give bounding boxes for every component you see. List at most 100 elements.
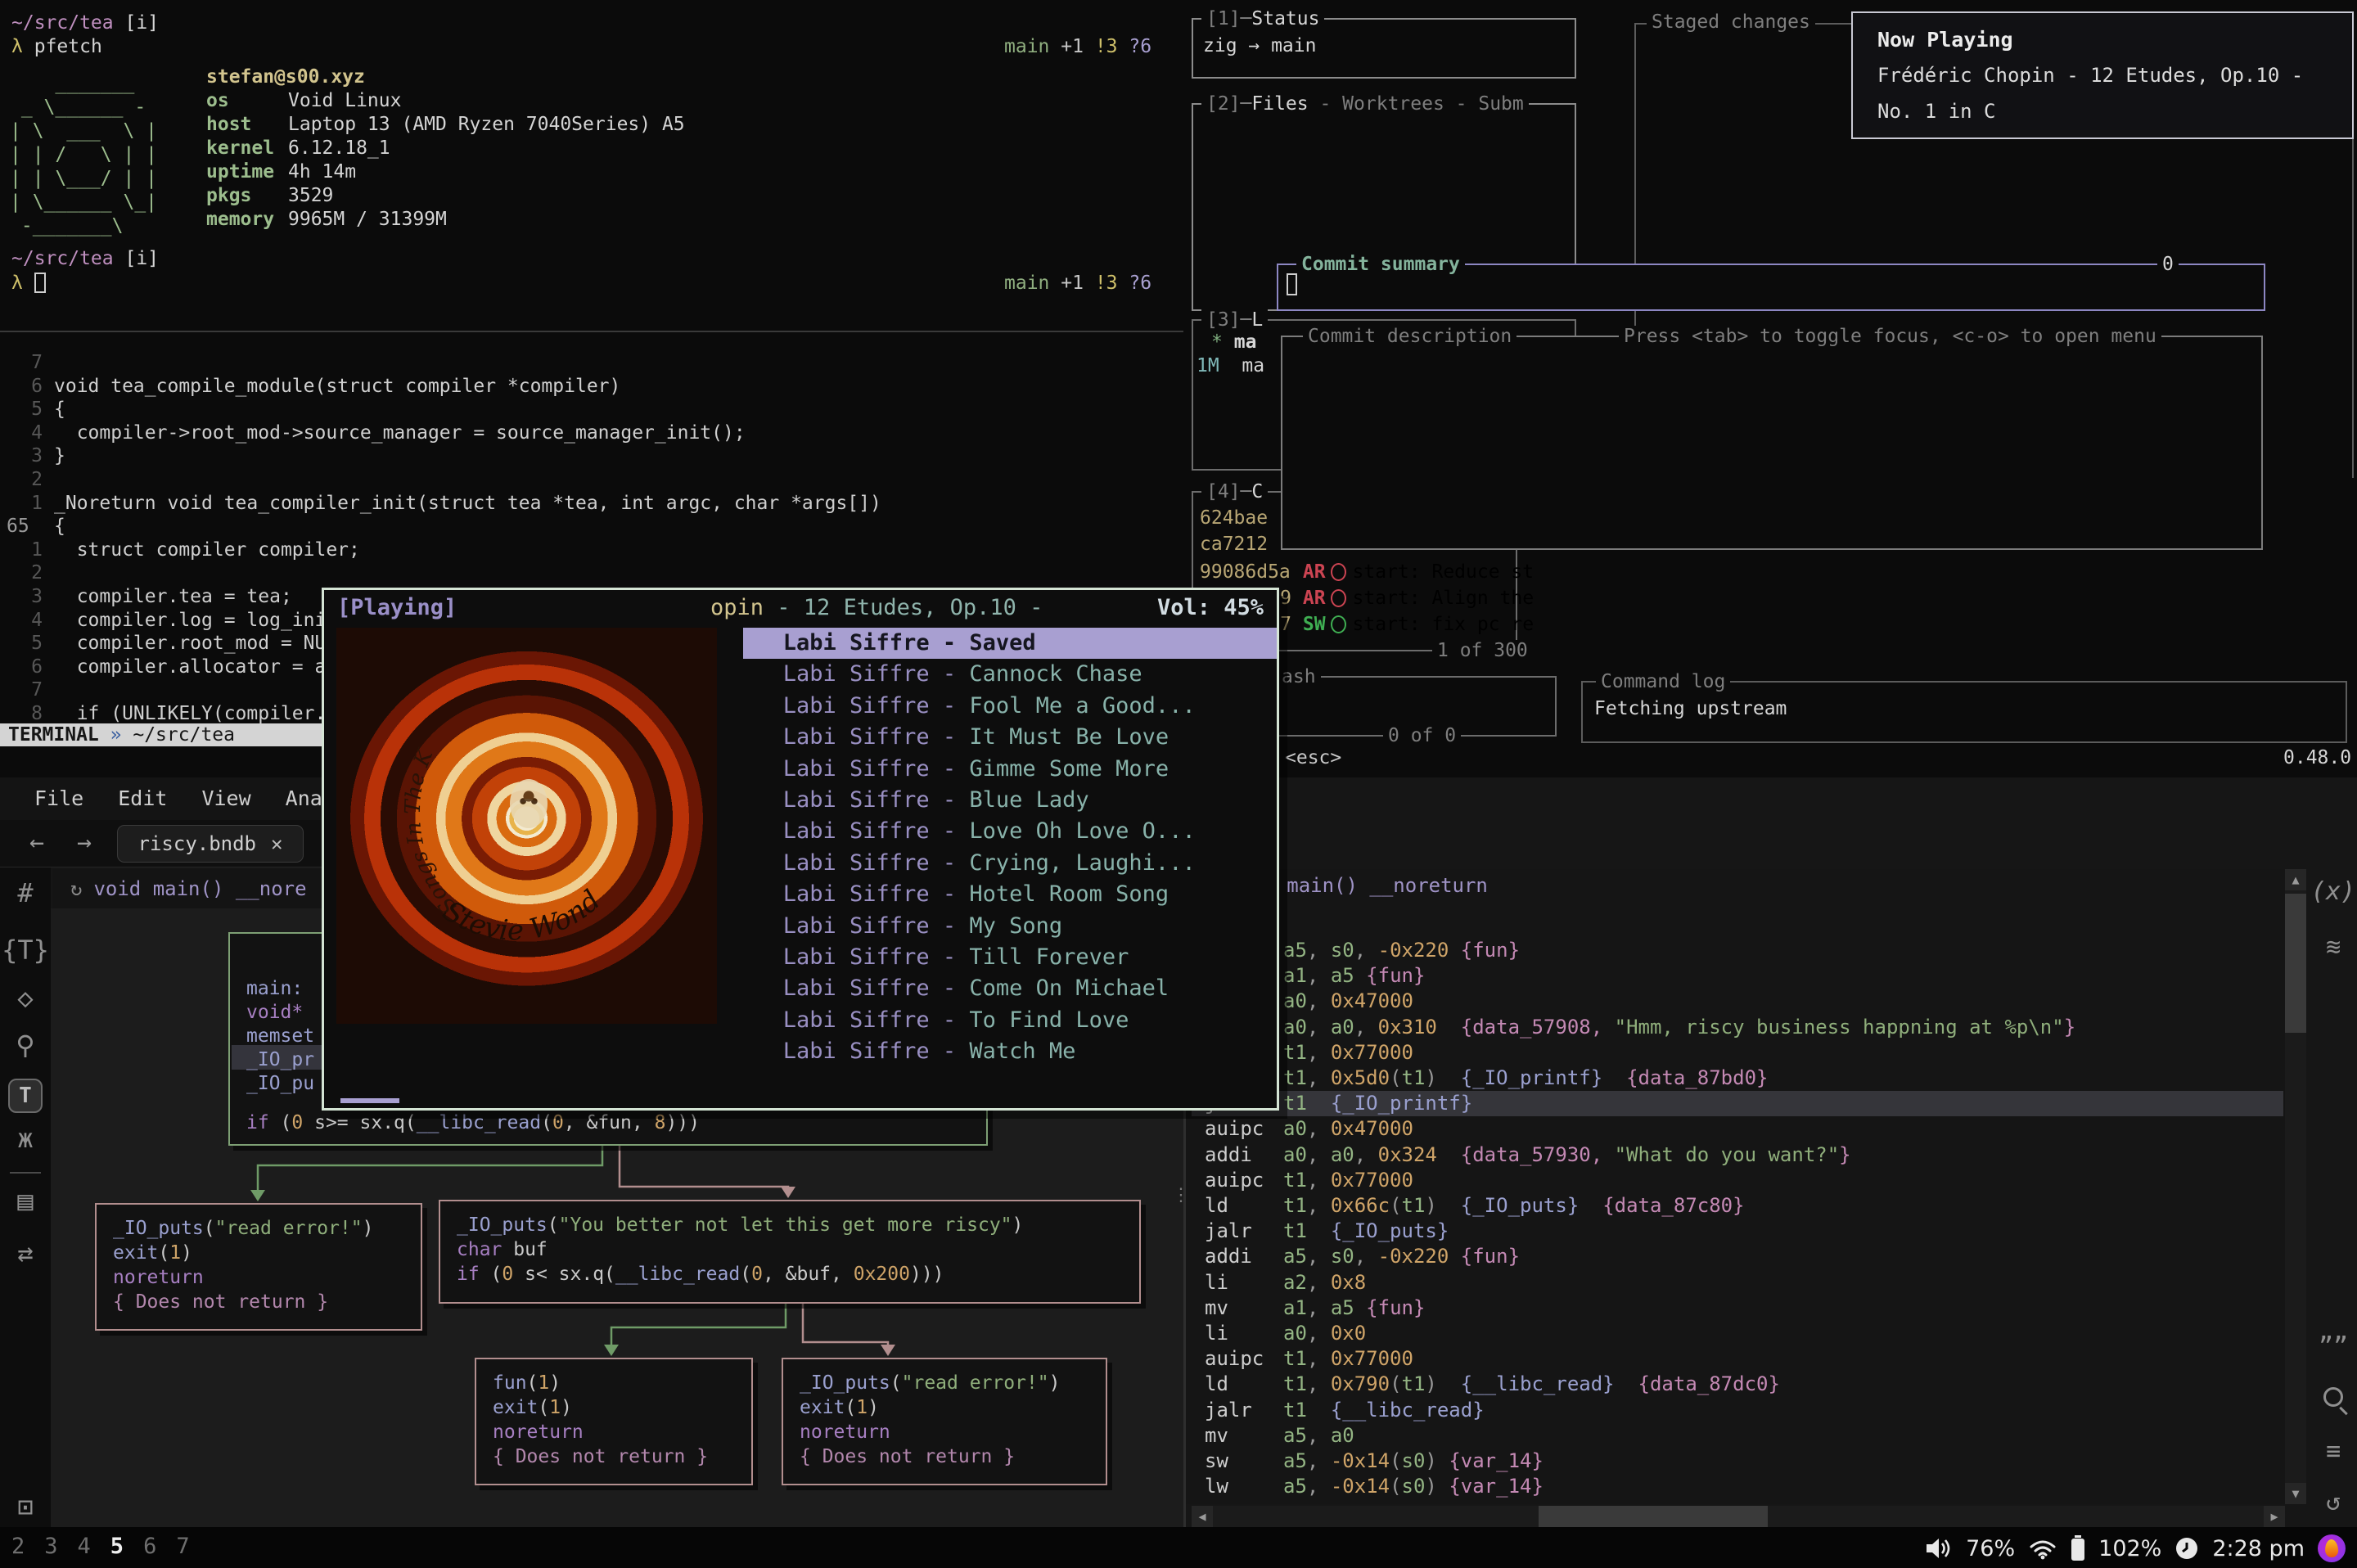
commit-description-panel[interactable] (1281, 336, 2263, 550)
disasm-row[interactable]: ldt1, 0x66c(t1) {_IO_puts} {data_87c80} (1192, 1193, 2283, 1219)
code-line[interactable]: 2 (0, 469, 1183, 493)
disasm-row[interactable]: auipca0, 0x47000 (1192, 1116, 2283, 1142)
variables-icon[interactable]: (x) (2310, 877, 2357, 906)
disasm-row[interactable]: auipct1, 0x77000 (1192, 1346, 2283, 1372)
terminal-cursor-line[interactable]: λ (11, 272, 46, 295)
workspace-2[interactable]: 2 (11, 1534, 25, 1559)
commit-row[interactable]: ca7212 (1200, 534, 1291, 555)
hash-icon[interactable]: # (0, 877, 51, 908)
disasm-row[interactable]: mva5, a0 (1192, 1423, 2283, 1449)
flame-badge-icon[interactable] (2318, 1534, 2346, 1562)
nav-back-icon[interactable]: ← (29, 828, 44, 857)
comments-icon[interactable]: ”” (2310, 1332, 2357, 1361)
disasm-row[interactable]: auipct1, 0x77000 (1192, 1168, 2283, 1193)
bug-icon[interactable]: ж (0, 1123, 51, 1154)
menu-file[interactable]: File (34, 786, 83, 810)
close-icon[interactable]: ✕ (271, 832, 282, 855)
code-line[interactable]: 2 (0, 562, 1183, 586)
volume-icon[interactable] (1925, 1536, 1953, 1561)
node-read-error-left[interactable]: _IO_puts("read error!")exit(1)noreturn{ … (95, 1203, 422, 1331)
playlist-item[interactable]: Labi Siffre - My Song (743, 911, 1277, 942)
scroll-up-icon[interactable]: ▲ (2285, 869, 2306, 890)
player-progress-bar[interactable] (340, 1098, 399, 1103)
clock-icon[interactable] (2174, 1536, 2199, 1561)
workspace-4[interactable]: 4 (78, 1534, 91, 1559)
nav-forward-icon[interactable]: → (77, 828, 92, 857)
playlist-item[interactable]: Labi Siffre - Hotel Room Song (743, 879, 1277, 910)
workspace-3[interactable]: 3 (44, 1534, 57, 1559)
disasm-row[interactable]: auipca0, 0x47000 (1192, 989, 2283, 1014)
menu-edit[interactable]: Edit (118, 786, 167, 810)
disasm-row[interactable]: addia0, a0, 0x324 {data_57930, "What do … (1192, 1142, 2283, 1168)
minimap-icon[interactable]: ▤ (0, 1185, 51, 1216)
playlist-item[interactable]: Labi Siffre - To Find Love (743, 1005, 1277, 1036)
disasm-row[interactable]: lwa5, -0x14(s0) {var_14} (1192, 1474, 2283, 1499)
pane-divider-horizontal[interactable] (0, 331, 1183, 332)
code-line[interactable]: 7 (0, 352, 1183, 376)
playlist-item[interactable]: Labi Siffre - Blue Lady (743, 785, 1277, 816)
playlist-item[interactable]: Labi Siffre - Gimme Some More (743, 754, 1277, 785)
history-icon[interactable]: ↺ (2310, 1488, 2357, 1516)
tab-riscy-bndb[interactable]: riscy.bndb✕ (117, 825, 304, 863)
vertical-scroll-thumb[interactable] (2285, 894, 2306, 1033)
playlist-item[interactable]: Labi Siffre - Till Forever (743, 942, 1277, 973)
log-row-2[interactable]: 1M ma (1197, 354, 1264, 378)
horizontal-scroll-thumb[interactable] (1539, 1506, 1768, 1527)
playlist-item[interactable]: Labi Siffre - It Must Be Love (743, 722, 1277, 753)
node-fun-exit[interactable]: fun(1)exit(1)noreturn{ Does not return } (475, 1358, 753, 1485)
playlist-item[interactable]: Labi Siffre - Crying, Laughi... (743, 848, 1277, 879)
playlist-item[interactable]: Labi Siffre - Cannock Chase (743, 659, 1277, 690)
disasm-row[interactable]: lia2, 0x8 (1192, 1270, 2283, 1295)
scroll-down-icon[interactable]: ▼ (2285, 1483, 2306, 1504)
playlist-item[interactable]: Labi Siffre - Come On Michael (743, 973, 1277, 1004)
refresh-icon[interactable]: ↻ (70, 877, 82, 900)
disasm-row[interactable]: ldt1, 0x5d0(t1) {_IO_printf} {data_87bd0… (1192, 1066, 2283, 1091)
node-read-error-right[interactable]: _IO_puts("read error!")exit(1)noreturn{ … (782, 1358, 1107, 1485)
workspace-5[interactable]: 5 (110, 1534, 124, 1559)
playlist-item[interactable]: Labi Siffre - Saved (743, 628, 1277, 659)
disasm-row[interactable]: mva1, a5 {fun} (1192, 963, 2283, 989)
cross-refs-icon[interactable]: ⇄ (0, 1237, 51, 1268)
disasm-row[interactable]: mva1, a5 {fun} (1192, 1295, 2283, 1321)
search-icon[interactable] (2310, 1385, 2357, 1413)
node-warning[interactable]: _IO_puts("You better not let this get mo… (439, 1200, 1141, 1304)
disasm-row[interactable]: swa5, -0x14(s0) {var_14} (1192, 1449, 2283, 1474)
code-line[interactable]: 1 struct compiler compiler; (0, 539, 1183, 563)
stack-icon[interactable]: ≋ (2310, 933, 2357, 962)
playlist-item[interactable]: Labi Siffre - Love Oh Love O... (743, 816, 1277, 847)
code-line[interactable]: 1_Noreturn void tea_compiler_init(struct… (0, 493, 1183, 516)
workspace-6[interactable]: 6 (143, 1534, 156, 1559)
battery-icon[interactable] (2071, 1535, 2085, 1561)
disasm-row[interactable]: lia0, 0x0 (1192, 1321, 2283, 1346)
code-line[interactable]: 5{ (0, 399, 1183, 422)
wifi-icon[interactable] (2028, 1537, 2057, 1560)
disasm-row[interactable]: auipct1, 0x77000 (1192, 1040, 2283, 1066)
disasm-row[interactable]: jalrt1 {_IO_printf} (1192, 1091, 2283, 1116)
log-icon[interactable]: ≡ (2310, 1437, 2357, 1466)
code-line[interactable]: 4 compiler->root_mod->source_manager = s… (0, 422, 1183, 446)
workspace-7[interactable]: 7 (176, 1534, 189, 1559)
types-icon[interactable]: {T} (0, 935, 51, 966)
disasm-row[interactable]: ldt1, 0x790(t1) {__libc_read} {data_87dc… (1192, 1372, 2283, 1397)
playlist-item[interactable]: Labi Siffre - Fool Me a Good... (743, 691, 1277, 722)
disasm-row[interactable]: addia5, s0, -0x220 {fun} (1192, 938, 2283, 963)
menu-view[interactable]: View (201, 786, 250, 810)
scroll-right-icon[interactable]: ▶ (2264, 1506, 2285, 1527)
disasm-row[interactable]: jalrt1 {_IO_puts} (1192, 1219, 2283, 1244)
commit-row[interactable]: 99086d5a ARstart: Reduce st (1200, 561, 1534, 583)
commit-row[interactable]: 624bae (1200, 507, 1291, 529)
playlist-item[interactable]: Labi Siffre - Watch Me (743, 1036, 1277, 1067)
code-line[interactable]: 65{ (0, 516, 1183, 539)
log-row-1[interactable]: * ma (1211, 331, 1256, 354)
disasm-row[interactable]: addia0, a0, 0x310 {data_57908, "Hmm, ris… (1192, 1015, 2283, 1040)
tag-icon[interactable]: ◇ (0, 982, 51, 1013)
disasm-row[interactable]: addia5, s0, -0x220 {fun} (1192, 1244, 2283, 1269)
disasm-row[interactable]: jalrt1 {__libc_read} (1192, 1398, 2283, 1423)
console-icon[interactable]: ⊡ (0, 1491, 51, 1522)
text-tool-icon[interactable]: T (0, 1078, 51, 1113)
now-playing-notification[interactable]: Now Playing Frédéric Chopin - 12 Etudes,… (1851, 11, 2354, 139)
scroll-left-icon[interactable]: ◀ (1192, 1506, 1213, 1527)
location-pin-icon[interactable]: ⚲ (0, 1030, 51, 1061)
code-line[interactable]: 3} (0, 445, 1183, 469)
code-line[interactable]: 6void tea_compile_module(struct compiler… (0, 376, 1183, 399)
